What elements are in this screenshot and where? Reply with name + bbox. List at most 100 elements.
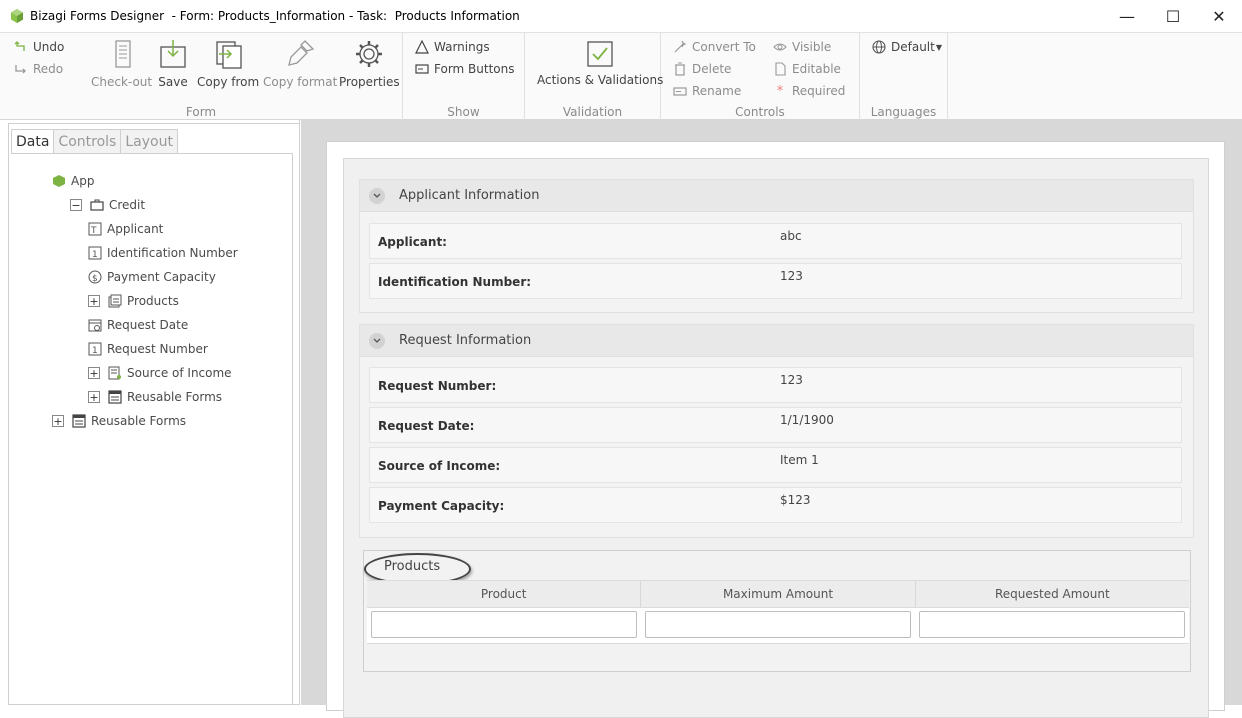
applicant-information-group[interactable]: Applicant Information Applicant: abc Ide…	[359, 179, 1194, 313]
tree-label-applicant: Applicant	[107, 222, 164, 236]
tab-data[interactable]: Data	[11, 129, 55, 154]
warnings-button[interactable]: Warnings	[415, 40, 490, 54]
redo-label: Redo	[33, 62, 64, 76]
undo-icon	[14, 40, 28, 54]
tree-item-request-number[interactable]: 1 Request Number	[88, 339, 208, 359]
save-button[interactable]: Save	[158, 39, 188, 89]
copy-format-button[interactable]: Copy format	[263, 39, 337, 89]
visible-button[interactable]: Visible	[773, 40, 831, 54]
column-header-product[interactable]: Product	[367, 581, 642, 607]
number-field-icon: 1	[88, 246, 102, 260]
form-buttons-icon	[415, 62, 429, 76]
wand-icon	[673, 40, 687, 54]
currency-icon: $	[88, 270, 102, 284]
maximize-button[interactable]: ☐	[1150, 0, 1196, 32]
form-container[interactable]: Applicant Information Applicant: abc Ide…	[343, 158, 1209, 718]
visible-label: Visible	[792, 40, 832, 54]
editable-button[interactable]: Editable	[773, 62, 841, 76]
copy-from-button[interactable]: Copy from	[197, 39, 259, 89]
show-group: Warnings Form Buttons Show	[403, 33, 525, 121]
cube-icon	[53, 175, 65, 187]
svg-text:T: T	[90, 226, 97, 236]
tree-item-app[interactable]: App	[52, 171, 94, 191]
actions-validations-button[interactable]: Actions & Validations	[537, 39, 663, 87]
tree-item-applicant[interactable]: T Applicant	[88, 219, 163, 239]
checkout-button[interactable]: Check-out	[91, 39, 152, 89]
chevron-down-icon[interactable]	[369, 187, 385, 204]
tree-label-request-number: Request Number	[107, 342, 208, 356]
expand-icon[interactable]: +	[88, 367, 100, 379]
group-header[interactable]: Applicant Information	[360, 180, 1193, 212]
tree-label-identification-number: Identification Number	[107, 246, 238, 260]
field-value: abc	[780, 229, 802, 243]
product-input[interactable]	[371, 611, 637, 638]
language-label: Default	[891, 40, 935, 54]
warnings-label: Warnings	[434, 40, 490, 54]
form-icon	[72, 414, 86, 428]
chevron-down-icon[interactable]	[369, 332, 385, 349]
request-information-group[interactable]: Request Information Request Number: 123 …	[359, 324, 1194, 538]
tab-body-border	[292, 153, 293, 705]
field-value: Item 1	[780, 453, 819, 467]
document-edit-icon	[773, 62, 787, 76]
tree-label-app: App	[71, 174, 95, 188]
tree-item-identification-number[interactable]: 1 Identification Number	[88, 243, 238, 263]
controls-group-label: Controls	[735, 105, 785, 119]
tab-layout[interactable]: Layout	[120, 129, 178, 153]
form-page: Applicant Information Applicant: abc Ide…	[326, 141, 1225, 718]
language-dropdown[interactable]: Default ▼	[872, 40, 942, 54]
form-buttons-button[interactable]: Form Buttons	[415, 62, 515, 76]
required-button[interactable]: * Required	[773, 84, 846, 99]
field-value: 1/1/1900	[780, 413, 834, 427]
form-group: Undo Redo Check-out Save Copy from Copy …	[0, 33, 403, 121]
rename-button[interactable]: Rename	[673, 84, 741, 98]
form-group-label: Form	[185, 105, 217, 119]
maximum-amount-input[interactable]	[645, 611, 911, 638]
tree-item-source-of-income[interactable]: + Source of Income	[88, 363, 232, 383]
column-header-requested-amount[interactable]: Requested Amount	[916, 581, 1189, 607]
expand-icon[interactable]: +	[52, 415, 64, 427]
field-value: 123	[780, 373, 803, 387]
group-title: Applicant Information	[399, 188, 540, 203]
calendar-icon	[88, 319, 102, 332]
warning-icon	[415, 40, 429, 54]
undo-button[interactable]: Undo	[14, 40, 64, 54]
form-buttons-label: Form Buttons	[434, 62, 515, 76]
tab-controls[interactable]: Controls	[53, 129, 122, 153]
column-header-maximum-amount[interactable]: Maximum Amount	[641, 581, 916, 607]
languages-group: Default ▼ Languages	[860, 33, 948, 121]
field-label: Request Date:	[378, 419, 475, 433]
title-bar: Bizagi Forms Designer - Form: Products_I…	[0, 0, 1242, 32]
field-source-of-income[interactable]: Source of Income: Item 1	[369, 447, 1182, 483]
field-request-number[interactable]: Request Number: 123	[369, 367, 1182, 403]
delete-label: Delete	[692, 62, 732, 76]
convert-to-button[interactable]: Convert To	[673, 40, 756, 54]
minimize-button[interactable]: —	[1104, 0, 1150, 32]
entity-icon	[108, 366, 121, 380]
redo-button[interactable]: Redo	[14, 62, 63, 76]
expand-icon[interactable]: +	[88, 295, 100, 307]
products-grid[interactable]: Products Product Maximum Amount Requeste…	[363, 550, 1191, 672]
tree-item-reusable-forms-inner[interactable]: + Reusable Forms	[88, 387, 222, 407]
trash-icon	[673, 62, 687, 76]
tree-item-credit[interactable]: − Credit	[70, 195, 145, 215]
close-button[interactable]: ✕	[1196, 0, 1242, 32]
collapse-icon[interactable]: −	[70, 199, 82, 211]
rename-label: Rename	[692, 84, 742, 98]
delete-button[interactable]: Delete	[673, 62, 731, 76]
grid-cell	[641, 608, 915, 643]
field-payment-capacity[interactable]: Payment Capacity: $123	[369, 487, 1182, 523]
field-identification-number[interactable]: Identification Number: 123	[369, 263, 1182, 299]
grid-title: Products	[384, 559, 441, 574]
field-applicant[interactable]: Applicant: abc	[369, 223, 1182, 259]
tree-item-request-date[interactable]: Request Date	[88, 315, 188, 335]
requested-amount-input[interactable]	[919, 611, 1185, 638]
tree-item-payment-capacity[interactable]: $ Payment Capacity	[88, 267, 216, 287]
properties-button[interactable]: Properties	[339, 39, 400, 89]
tree-item-reusable-forms[interactable]: + Reusable Forms	[52, 411, 186, 431]
tree-item-products[interactable]: + Products	[88, 291, 179, 311]
expand-icon[interactable]: +	[88, 391, 100, 403]
field-request-date[interactable]: Request Date: 1/1/1900	[369, 407, 1182, 443]
grid-header: Product Maximum Amount Requested Amount	[367, 580, 1189, 608]
group-header[interactable]: Request Information	[360, 325, 1193, 357]
